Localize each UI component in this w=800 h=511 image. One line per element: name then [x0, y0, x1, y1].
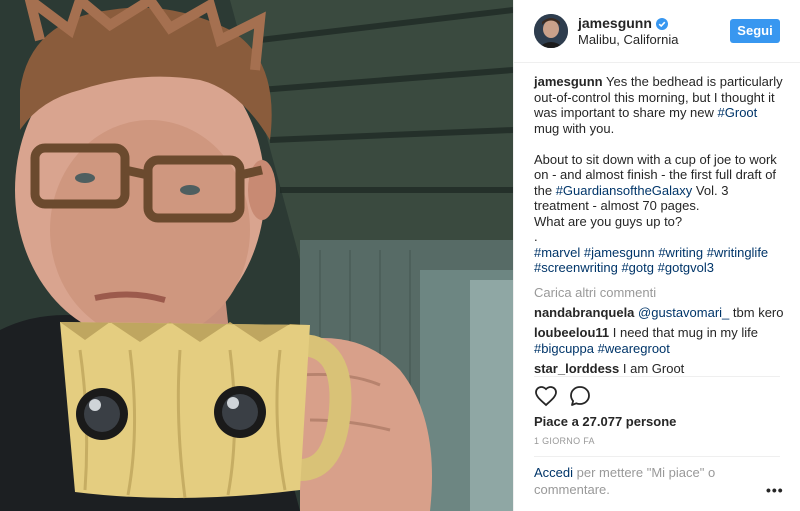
verified-badge-icon — [655, 17, 668, 30]
load-more-comments-button[interactable]: Carica altri commenti — [534, 283, 784, 303]
follow-button[interactable]: Segui — [730, 19, 780, 43]
hashtag-link[interactable]: #Groot — [718, 105, 758, 120]
hashtag-link[interactable]: #jamesgunn — [584, 245, 655, 260]
hashtag-link[interactable]: #writing — [658, 245, 703, 260]
comment-text: I am Groot — [619, 360, 685, 376]
comment-username[interactable]: nandabranquela — [534, 305, 634, 320]
login-prompt: Accedi per mettere "Mi piace" o commenta… — [534, 464, 749, 498]
post-side-panel: jamesgunn Malibu, California Segui james… — [513, 0, 800, 511]
comment-item: nandabranquela @gustavomari_ tbm kero — [534, 303, 784, 323]
avatar[interactable] — [534, 14, 568, 48]
hashtag-link[interactable]: #bigcuppa — [534, 341, 594, 356]
likes-count[interactable]: Piace a 27.077 persone — [534, 414, 676, 429]
caption-text-2: mug with you. — [534, 120, 615, 136]
caption-text-5: What are you guys up to? — [534, 213, 683, 229]
mention-link[interactable]: @gustavomari_ — [638, 305, 729, 320]
username-row: jamesgunn — [578, 15, 668, 31]
divider — [534, 376, 780, 377]
comments-list: jamesgunn Yes the bedhead is particularl… — [534, 74, 784, 379]
divider — [534, 456, 780, 457]
more-options-icon[interactable]: ••• — [766, 482, 784, 498]
hashtag-link[interactable]: #GuardiansoftheGalaxy — [556, 183, 693, 198]
hashtag-link[interactable]: #wearegroot — [598, 341, 670, 356]
post-header: jamesgunn Malibu, California Segui — [514, 0, 800, 63]
action-bar — [534, 384, 592, 410]
hashtag-link[interactable]: #writinglife — [707, 245, 768, 260]
caption-username[interactable]: jamesgunn — [534, 74, 603, 89]
comment-text: tbm kero — [729, 304, 784, 320]
post-photo — [0, 0, 513, 511]
location-link[interactable]: Malibu, California — [578, 32, 678, 47]
post-date: 1 GIORNO FA — [534, 436, 595, 446]
comment-text: I need that mug in my life — [609, 324, 758, 340]
username-link[interactable]: jamesgunn — [578, 15, 652, 31]
comment-username[interactable]: loubeelou11 — [534, 325, 609, 340]
speech-bubble-icon[interactable] — [568, 384, 592, 408]
login-link[interactable]: Accedi — [534, 465, 573, 480]
hashtag-link[interactable]: #screenwriting — [534, 260, 618, 275]
avatar-image — [534, 14, 568, 48]
selfie-with-groot-mug-image — [0, 0, 513, 511]
comment-item: loubeelou11 I need that mug in my life #… — [534, 325, 784, 357]
post-caption: jamesgunn Yes the bedhead is particularl… — [534, 74, 784, 276]
hashtag-link[interactable]: #gotg — [621, 260, 654, 275]
comment-username[interactable]: star_lorddess — [534, 361, 619, 376]
caption-text-6: . — [534, 229, 538, 244]
hashtag-link[interactable]: #gotgvol3 — [658, 260, 714, 275]
heart-icon[interactable] — [534, 384, 558, 408]
hashtag-link[interactable]: #marvel — [534, 245, 580, 260]
